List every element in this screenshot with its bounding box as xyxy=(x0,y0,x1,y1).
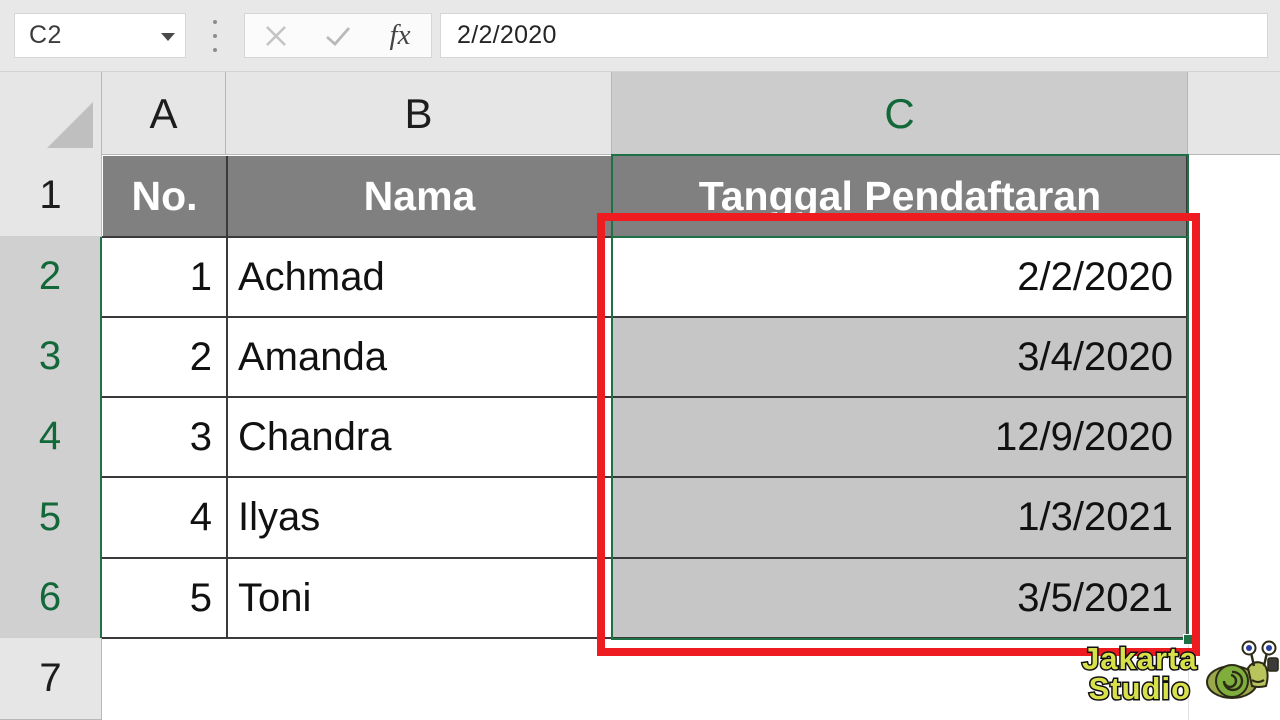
cell-c3-value: 3/4/2020 xyxy=(1017,334,1173,379)
table-border xyxy=(102,316,1188,318)
table-border xyxy=(226,156,228,638)
cell-c5-value: 1/3/2021 xyxy=(1017,495,1173,539)
column-header-d[interactable] xyxy=(1188,72,1280,155)
cell-a4[interactable]: 3 xyxy=(103,398,226,476)
cell-b6[interactable]: Toni xyxy=(228,559,612,637)
name-box-value: C2 xyxy=(29,21,62,49)
formula-input-value: 2/2/2020 xyxy=(457,21,557,49)
formula-action-group: fx xyxy=(244,13,432,58)
table-border xyxy=(102,637,1188,639)
cell-b2[interactable]: Achmad xyxy=(228,238,612,316)
cell-b3-value: Amanda xyxy=(238,334,387,379)
table-border xyxy=(102,236,1188,238)
row-header-7[interactable]: 7 xyxy=(0,638,102,720)
snail-mascot-icon xyxy=(1204,640,1280,707)
select-all-corner[interactable] xyxy=(0,72,102,155)
cell-a3[interactable]: 2 xyxy=(103,318,226,396)
vertical-dots-grip-icon[interactable] xyxy=(210,20,220,52)
table-border xyxy=(102,396,1188,398)
cell-b4-value: Chandra xyxy=(238,414,392,459)
confirm-check-icon[interactable] xyxy=(310,14,366,57)
row-header-2[interactable]: 2 xyxy=(0,237,102,317)
row-header-7-label: 7 xyxy=(39,656,62,700)
cell-b5[interactable]: Ilyas xyxy=(228,478,612,557)
cell-a2-value: 1 xyxy=(189,254,212,299)
cell-c6[interactable]: 3/5/2021 xyxy=(613,559,1187,637)
row-header-5[interactable]: 5 xyxy=(0,477,102,558)
watermark: Jakarta Studio xyxy=(1081,640,1280,707)
table-border xyxy=(611,156,613,638)
row-header-3-label: 3 xyxy=(38,334,62,378)
cell-b3[interactable]: Amanda xyxy=(228,318,612,396)
cell-c2-value: 2/2/2020 xyxy=(1017,254,1173,299)
cell-a3-value: 2 xyxy=(189,334,212,379)
row-selection-edge xyxy=(100,237,102,638)
cell-c5[interactable]: 1/3/2021 xyxy=(613,478,1187,557)
cell-a1-value: No. xyxy=(131,173,198,219)
cell-a6-value: 5 xyxy=(189,575,212,620)
formula-input[interactable]: 2/2/2020 xyxy=(440,13,1268,58)
cell-c2[interactable]: 2/2/2020 xyxy=(613,238,1187,316)
spreadsheet-grid: A B C 1 2 3 4 5 6 7 No. Nama Tanggal Pen… xyxy=(0,72,1280,720)
function-label: fx xyxy=(389,19,411,51)
row-header-4-label: 4 xyxy=(38,414,62,458)
cell-a1[interactable]: No. xyxy=(103,156,226,237)
cell-c3[interactable]: 3/4/2020 xyxy=(613,318,1187,396)
chevron-down-icon[interactable] xyxy=(151,14,185,57)
cell-a2[interactable]: 1 xyxy=(103,238,226,316)
table-border xyxy=(102,557,1188,559)
row-header-6-label: 6 xyxy=(38,575,62,619)
watermark-text: Jakarta Studio xyxy=(1081,641,1199,706)
table-border xyxy=(102,476,1188,478)
cell-a4-value: 3 xyxy=(189,414,212,459)
cell-a5[interactable]: 4 xyxy=(103,478,226,557)
cell-b1-value: Nama xyxy=(363,173,476,219)
cell-a6[interactable]: 5 xyxy=(103,559,226,637)
cell-b5-value: Ilyas xyxy=(238,495,321,539)
row-header-2-label: 2 xyxy=(38,254,62,298)
column-header-c-label: C xyxy=(884,89,915,137)
cancel-x-icon[interactable] xyxy=(248,14,304,57)
cell-b1[interactable]: Nama xyxy=(227,156,612,237)
cell-b6-value: Toni xyxy=(238,575,312,620)
watermark-line1: Jakarta xyxy=(1081,641,1199,677)
cell-b2-value: Achmad xyxy=(238,254,385,299)
cell-c1[interactable]: Tanggal Pendaftaran xyxy=(613,156,1187,237)
column-header-b-label: B xyxy=(404,89,433,137)
row-header-1[interactable]: 1 xyxy=(0,155,102,237)
cell-b4[interactable]: Chandra xyxy=(228,398,612,476)
excel-screenshot: C2 fx 2/2/2020 A B C 1 2 3 4 5 6 7 No. N… xyxy=(0,0,1280,720)
column-header-a-label: A xyxy=(149,89,178,137)
row-header-1-label: 1 xyxy=(39,173,62,217)
column-header-a[interactable]: A xyxy=(102,72,226,155)
row-header-4[interactable]: 4 xyxy=(0,397,102,477)
cell-c6-value: 3/5/2021 xyxy=(1017,575,1173,620)
row-header-3[interactable]: 3 xyxy=(0,317,102,397)
cell-c4-value: 12/9/2020 xyxy=(995,414,1173,459)
column-header-c[interactable]: C xyxy=(612,72,1188,155)
select-all-triangle-icon xyxy=(47,102,93,148)
cell-a5-value: 4 xyxy=(189,495,212,539)
row-header-6[interactable]: 6 xyxy=(0,558,102,638)
formula-bar: C2 fx 2/2/2020 xyxy=(0,0,1280,72)
column-header-b[interactable]: B xyxy=(226,72,612,155)
row-header-5-label: 5 xyxy=(38,494,62,539)
cell-c1-value: Tanggal Pendaftaran xyxy=(698,173,1102,219)
insert-function-icon[interactable]: fx xyxy=(372,14,428,57)
name-box[interactable]: C2 xyxy=(14,13,186,58)
watermark-line2: Studio xyxy=(1087,670,1191,706)
table-border xyxy=(1186,156,1188,638)
cell-c4[interactable]: 12/9/2020 xyxy=(613,398,1187,476)
